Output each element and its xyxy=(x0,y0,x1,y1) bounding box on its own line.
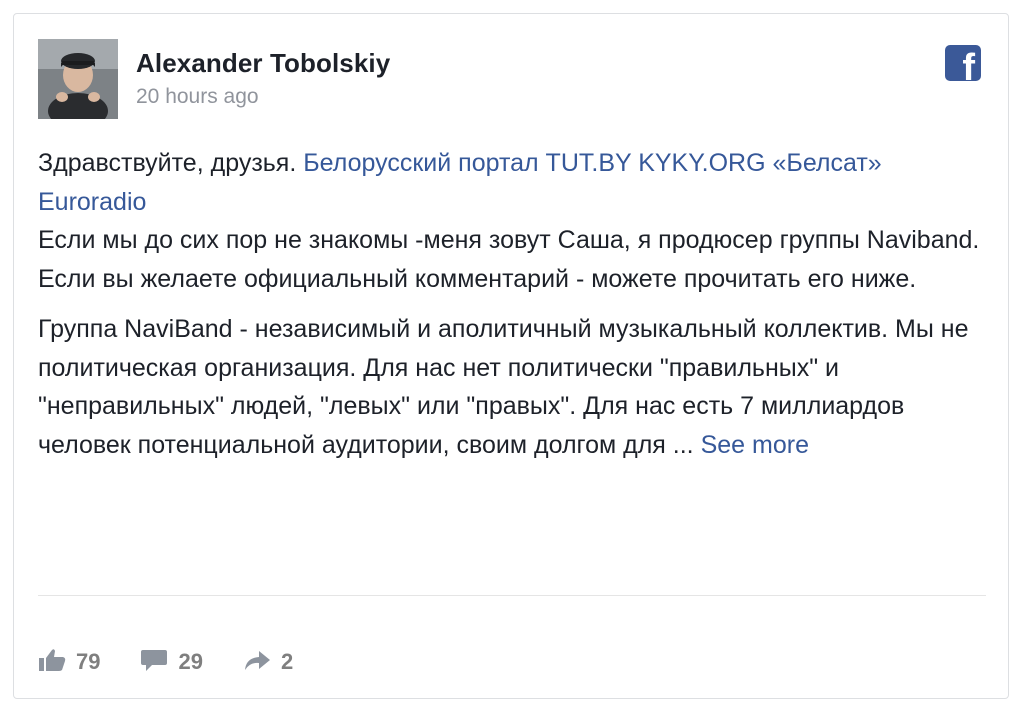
avatar-image xyxy=(38,39,118,119)
tag-belsat[interactable]: «Белсат» xyxy=(773,149,882,177)
like-count: 79 xyxy=(76,649,101,674)
greeting-text: Здравствуйте, друзья. xyxy=(38,149,297,177)
post-body: Здравствуйте, друзья. Белорусский портал… xyxy=(38,144,988,464)
facebook-post-card: Alexander Tobolskiy 20 hours ago f Здрав… xyxy=(13,13,1009,699)
tag-kyky[interactable]: KYKY.ORG xyxy=(638,149,765,177)
see-more-link[interactable]: See more xyxy=(701,431,809,459)
thumbs-up-icon xyxy=(38,648,66,677)
comment-count: 29 xyxy=(178,649,203,674)
share-count: 2 xyxy=(280,649,294,674)
facebook-icon[interactable]: f xyxy=(945,45,981,87)
share-arrow-icon xyxy=(243,648,271,677)
post-intro: Здравствуйте, друзья. Белорусский портал… xyxy=(38,144,988,221)
tag-tutby[interactable]: Белорусский портал TUT.BY xyxy=(303,149,631,177)
post-timestamp[interactable]: 20 hours ago xyxy=(136,85,259,109)
post-line-comment: Если вы желаете официальный комментарий … xyxy=(38,264,917,293)
divider xyxy=(38,595,986,596)
post-actions: 79 29 2 xyxy=(38,644,333,680)
share-action[interactable]: 2 xyxy=(243,648,293,677)
post-paragraph-text: Группа NaviBand - независимый и аполитич… xyxy=(38,315,969,459)
author-name[interactable]: Alexander Tobolskiy xyxy=(136,48,390,79)
comment-action[interactable]: 29 xyxy=(140,648,203,677)
post-line-intro: Если мы до сих пор не знакомы -меня зову… xyxy=(38,226,980,254)
comment-icon xyxy=(140,648,168,677)
tag-euroradio[interactable]: Euroradio xyxy=(38,188,146,216)
avatar[interactable] xyxy=(38,39,118,119)
post-paragraph: Группа NaviBand - независимый и аполитич… xyxy=(38,310,988,464)
like-action[interactable]: 79 xyxy=(38,648,100,677)
